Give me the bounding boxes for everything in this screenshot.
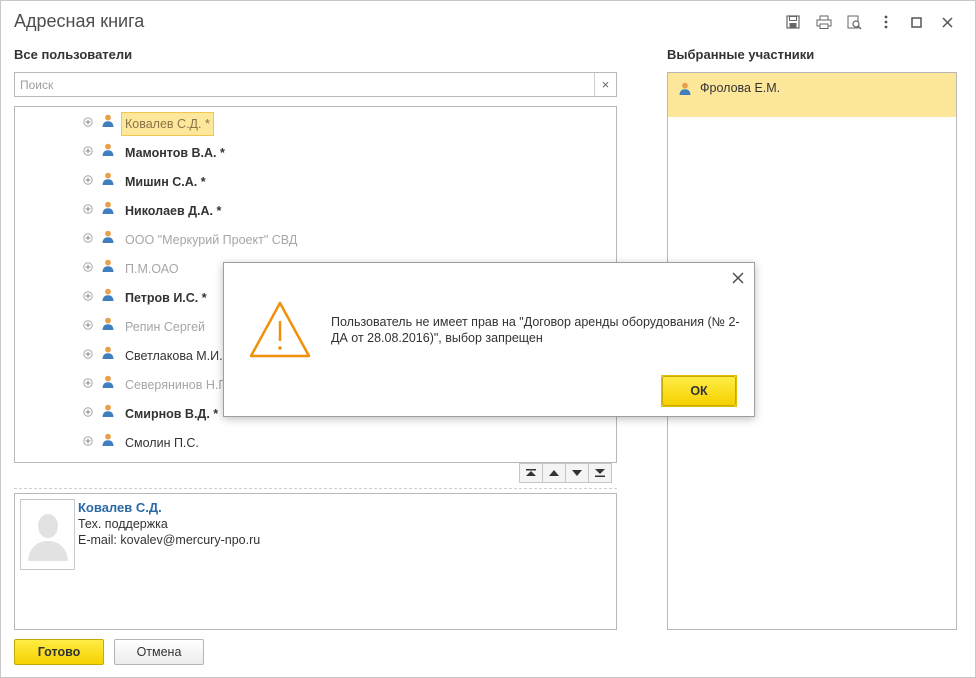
participant-name: Фролова Е.М. xyxy=(700,81,781,95)
search-input[interactable] xyxy=(15,73,590,96)
address-book-window: Адресная книга Все пользователи × Ковале… xyxy=(0,0,976,678)
expand-icon[interactable] xyxy=(83,406,93,417)
move-first-icon[interactable] xyxy=(519,463,543,483)
move-last-icon[interactable] xyxy=(588,463,612,483)
user-icon xyxy=(102,288,114,304)
warning-icon xyxy=(249,301,311,362)
expand-icon[interactable] xyxy=(83,319,93,330)
expand-icon[interactable] xyxy=(83,203,93,214)
person-silhouette-icon xyxy=(27,513,68,561)
move-up-icon[interactable] xyxy=(542,463,566,483)
expand-icon[interactable] xyxy=(83,116,93,127)
user-name: Репин Сергей xyxy=(125,320,206,334)
ok-button[interactable]: ОК xyxy=(662,376,736,406)
dialog-message: Пользователь не имеет прав на "Договор а… xyxy=(331,315,740,345)
selected-participants-title: Выбранные участники xyxy=(667,47,815,62)
user-icon xyxy=(102,172,114,188)
user-icon xyxy=(102,346,114,362)
list-item[interactable]: ООО "Меркурий Проект" СВД xyxy=(15,223,616,252)
cancel-button[interactable]: Отмена xyxy=(114,639,204,665)
dialog-close-icon[interactable] xyxy=(731,271,745,285)
list-item[interactable]: Мишин С.А. * xyxy=(15,165,616,194)
list-item[interactable]: Николаев Д.А. * xyxy=(15,194,616,223)
user-name: Николаев Д.А. * xyxy=(125,204,222,218)
user-name: ООО "Меркурий Проект" СВД xyxy=(125,233,298,247)
window-title: Адресная книга xyxy=(14,11,145,31)
user-icon xyxy=(102,230,114,246)
move-down-icon[interactable] xyxy=(565,463,589,483)
preview-icon[interactable] xyxy=(839,12,870,32)
warning-dialog: Пользователь не имеет прав на "Договор а… xyxy=(223,262,755,417)
user-name: Мамонтов В.А. * xyxy=(125,146,225,160)
clear-search-button[interactable]: × xyxy=(594,73,616,96)
user-icon xyxy=(102,433,114,449)
details-position: Тех. поддержка xyxy=(78,517,168,531)
expand-icon[interactable] xyxy=(83,261,93,272)
user-name: Смирнов В.Д. * xyxy=(125,407,219,421)
save-icon[interactable] xyxy=(777,12,808,32)
expand-icon[interactable] xyxy=(83,174,93,185)
user-name: П.М.ОАО xyxy=(125,262,179,276)
user-icon xyxy=(102,143,114,159)
splitter[interactable] xyxy=(14,488,617,489)
done-button[interactable]: Готово xyxy=(14,639,104,665)
print-icon[interactable] xyxy=(808,12,839,32)
expand-icon[interactable] xyxy=(83,377,93,388)
list-item[interactable]: Ковалев С.Д. * xyxy=(15,107,616,136)
list-item[interactable]: Мамонтов В.А. * xyxy=(15,136,616,165)
close-icon[interactable] xyxy=(932,12,963,32)
avatar xyxy=(20,499,75,570)
user-details-panel: Ковалев С.Д. Тех. поддержка E-mail: kova… xyxy=(14,493,617,630)
expand-icon[interactable] xyxy=(83,290,93,301)
user-icon xyxy=(102,259,114,275)
user-icon xyxy=(102,317,114,333)
expand-icon[interactable] xyxy=(83,435,93,446)
search-field: × xyxy=(14,72,617,97)
user-name: Петров И.С. * xyxy=(125,291,207,305)
user-name: Светлакова М.И. xyxy=(125,349,223,363)
more-icon[interactable] xyxy=(870,12,901,32)
expand-icon[interactable] xyxy=(83,145,93,156)
user-name: Мишин С.А. * xyxy=(125,175,206,189)
user-name: Ковалев С.Д. * xyxy=(121,112,214,136)
maximize-icon[interactable] xyxy=(901,12,932,32)
list-navigation xyxy=(519,463,612,483)
details-user-name[interactable]: Ковалев С.Д. xyxy=(78,500,162,515)
list-item[interactable]: Смолин П.С. xyxy=(15,426,616,455)
details-email: E-mail: kovalev@mercury-npo.ru xyxy=(78,533,261,547)
all-users-title: Все пользователи xyxy=(14,47,133,62)
list-item[interactable]: Фролова Е.М. xyxy=(668,73,956,117)
user-icon xyxy=(102,375,114,391)
expand-icon[interactable] xyxy=(83,232,93,243)
expand-icon[interactable] xyxy=(83,348,93,359)
user-name: Смолин П.С. xyxy=(125,436,199,450)
window-toolbar xyxy=(777,12,963,32)
user-icon xyxy=(102,114,114,130)
user-name: Северянинов Н.П. xyxy=(125,378,231,392)
user-icon xyxy=(679,82,691,98)
user-icon xyxy=(102,201,114,217)
user-icon xyxy=(102,404,114,420)
